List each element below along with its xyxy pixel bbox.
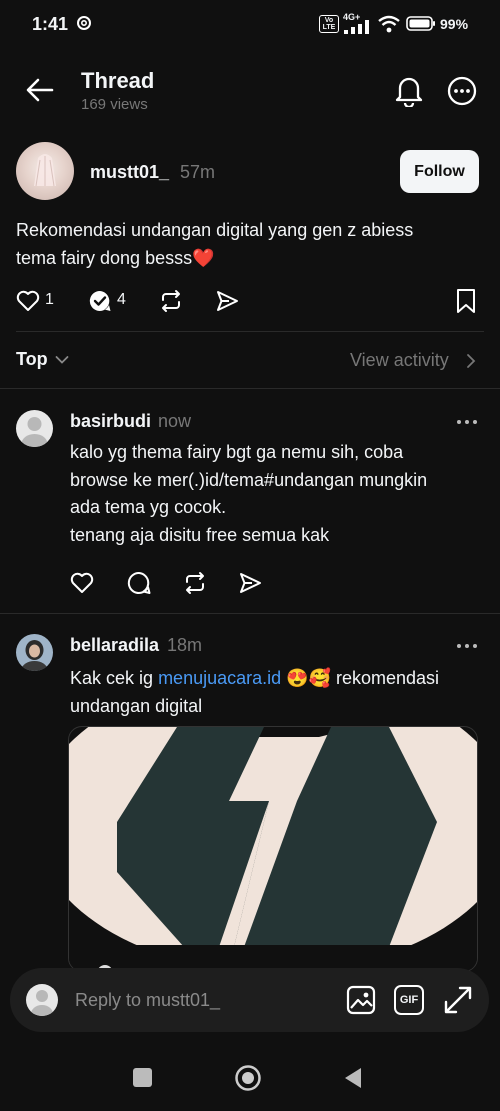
post-time: 57m <box>180 162 216 182</box>
link-preview-card[interactable] <box>68 726 478 972</box>
sort-dropdown[interactable]: Top <box>16 349 48 370</box>
header: Thread 169 views <box>0 60 500 120</box>
post-text-line-1: Rekomendasi undangan digital yang gen z … <box>16 220 414 240</box>
signal-icon <box>343 20 373 34</box>
avatar <box>26 984 58 1016</box>
like-count: 1 <box>45 291 54 308</box>
avatar[interactable] <box>16 142 74 200</box>
recent-apps-button[interactable] <box>133 1068 152 1087</box>
repost-icon[interactable] <box>183 571 207 595</box>
reply-text-line: ada tema yg cocok. <box>70 497 227 517</box>
follow-button[interactable]: Follow <box>400 150 479 193</box>
original-post: mustt01_ 57m Follow Rekomendasi undangan… <box>0 140 500 330</box>
reply-username[interactable]: bellaradila <box>70 635 159 656</box>
sort-label: Top <box>16 349 48 369</box>
reply-composer[interactable]: Reply to mustt01_ GIF <box>10 968 489 1032</box>
reply-text-line: tenang aja disitu free semua kak <box>70 524 330 545</box>
reply-more-icon[interactable] <box>456 643 478 649</box>
battery-percent: 99% <box>440 16 469 32</box>
volte-icon: Vo LTE <box>319 15 339 33</box>
sort-row: Top View activity <box>0 345 500 377</box>
repost-icon[interactable] <box>159 289 183 313</box>
preview-logo-image <box>69 727 477 971</box>
notification-bell-icon[interactable] <box>395 75 423 107</box>
expand-icon[interactable] <box>443 985 473 1015</box>
reply-item: bellaradila 18m Kak cek ig menujuacara.i… <box>0 614 500 974</box>
share-icon[interactable] <box>215 289 239 313</box>
battery-icon <box>406 16 436 31</box>
threads-status-icon <box>76 15 92 31</box>
image-attach-icon[interactable] <box>346 985 376 1015</box>
reply-more-icon[interactable] <box>456 419 478 425</box>
post-text-line-2: tema fairy dong besss❤️ <box>16 248 215 268</box>
reply-item: basirbudi now kalo yg thema fairy bgt ga… <box>0 389 500 613</box>
avatar[interactable] <box>16 634 53 671</box>
reply-text-line: undangan digital <box>70 696 203 716</box>
back-button[interactable] <box>343 1067 363 1089</box>
home-button[interactable] <box>234 1064 262 1092</box>
like-icon[interactable] <box>16 290 40 312</box>
reply-username[interactable]: basirbudi <box>70 411 151 432</box>
more-options-icon[interactable] <box>447 76 477 106</box>
system-nav-bar <box>0 1040 500 1111</box>
reply-text-line: kalo yg thema fairy bgt ga nemu sih, cob… <box>70 442 404 462</box>
page-title: Thread <box>81 68 155 93</box>
reply-icon[interactable] <box>88 289 112 313</box>
gif-icon[interactable]: GIF <box>394 985 424 1015</box>
reply-text: Kak cek ig menujuacara.id 😍🥰 rekomendasi… <box>70 664 490 720</box>
comment-icon[interactable] <box>127 571 151 595</box>
instagram-link[interactable]: menujuacara.id <box>158 668 281 688</box>
bookmark-icon[interactable] <box>456 288 476 314</box>
wifi-icon <box>377 15 401 33</box>
reply-text: kalo yg thema fairy bgt ga nemu sih, cob… <box>70 439 490 549</box>
divider <box>16 331 484 332</box>
post-text: Rekomendasi undangan digital yang gen z … <box>16 216 486 272</box>
status-bar: 1:41 Vo LTE 4G+ 99% <box>0 0 500 48</box>
reply-count: 4 <box>117 291 126 308</box>
emoji-reaction: 😍🥰 <box>286 668 331 688</box>
reply-input[interactable]: Reply to mustt01_ <box>75 990 220 1011</box>
reply-time: 18m <box>167 635 203 655</box>
heart-emoji: ❤️ <box>192 248 215 268</box>
back-arrow-icon[interactable] <box>26 78 54 102</box>
avatar[interactable] <box>16 410 53 447</box>
post-username[interactable]: mustt01_ <box>90 162 169 183</box>
chevron-down-icon[interactable] <box>55 355 69 365</box>
reply-text-line: browse ke mer(.)id/tema#undangan mungkin <box>70 469 428 490</box>
views-count: 169 views <box>81 96 148 113</box>
share-icon[interactable] <box>238 571 262 595</box>
reply-time: now <box>158 411 192 431</box>
view-activity-link[interactable]: View activity <box>350 350 449 371</box>
like-icon[interactable] <box>70 572 94 594</box>
reply-text-line: Kak cek ig menujuacara.id 😍🥰 rekomendasi <box>70 668 440 688</box>
status-time: 1:41 <box>32 14 69 34</box>
chevron-right-icon[interactable] <box>466 353 476 369</box>
